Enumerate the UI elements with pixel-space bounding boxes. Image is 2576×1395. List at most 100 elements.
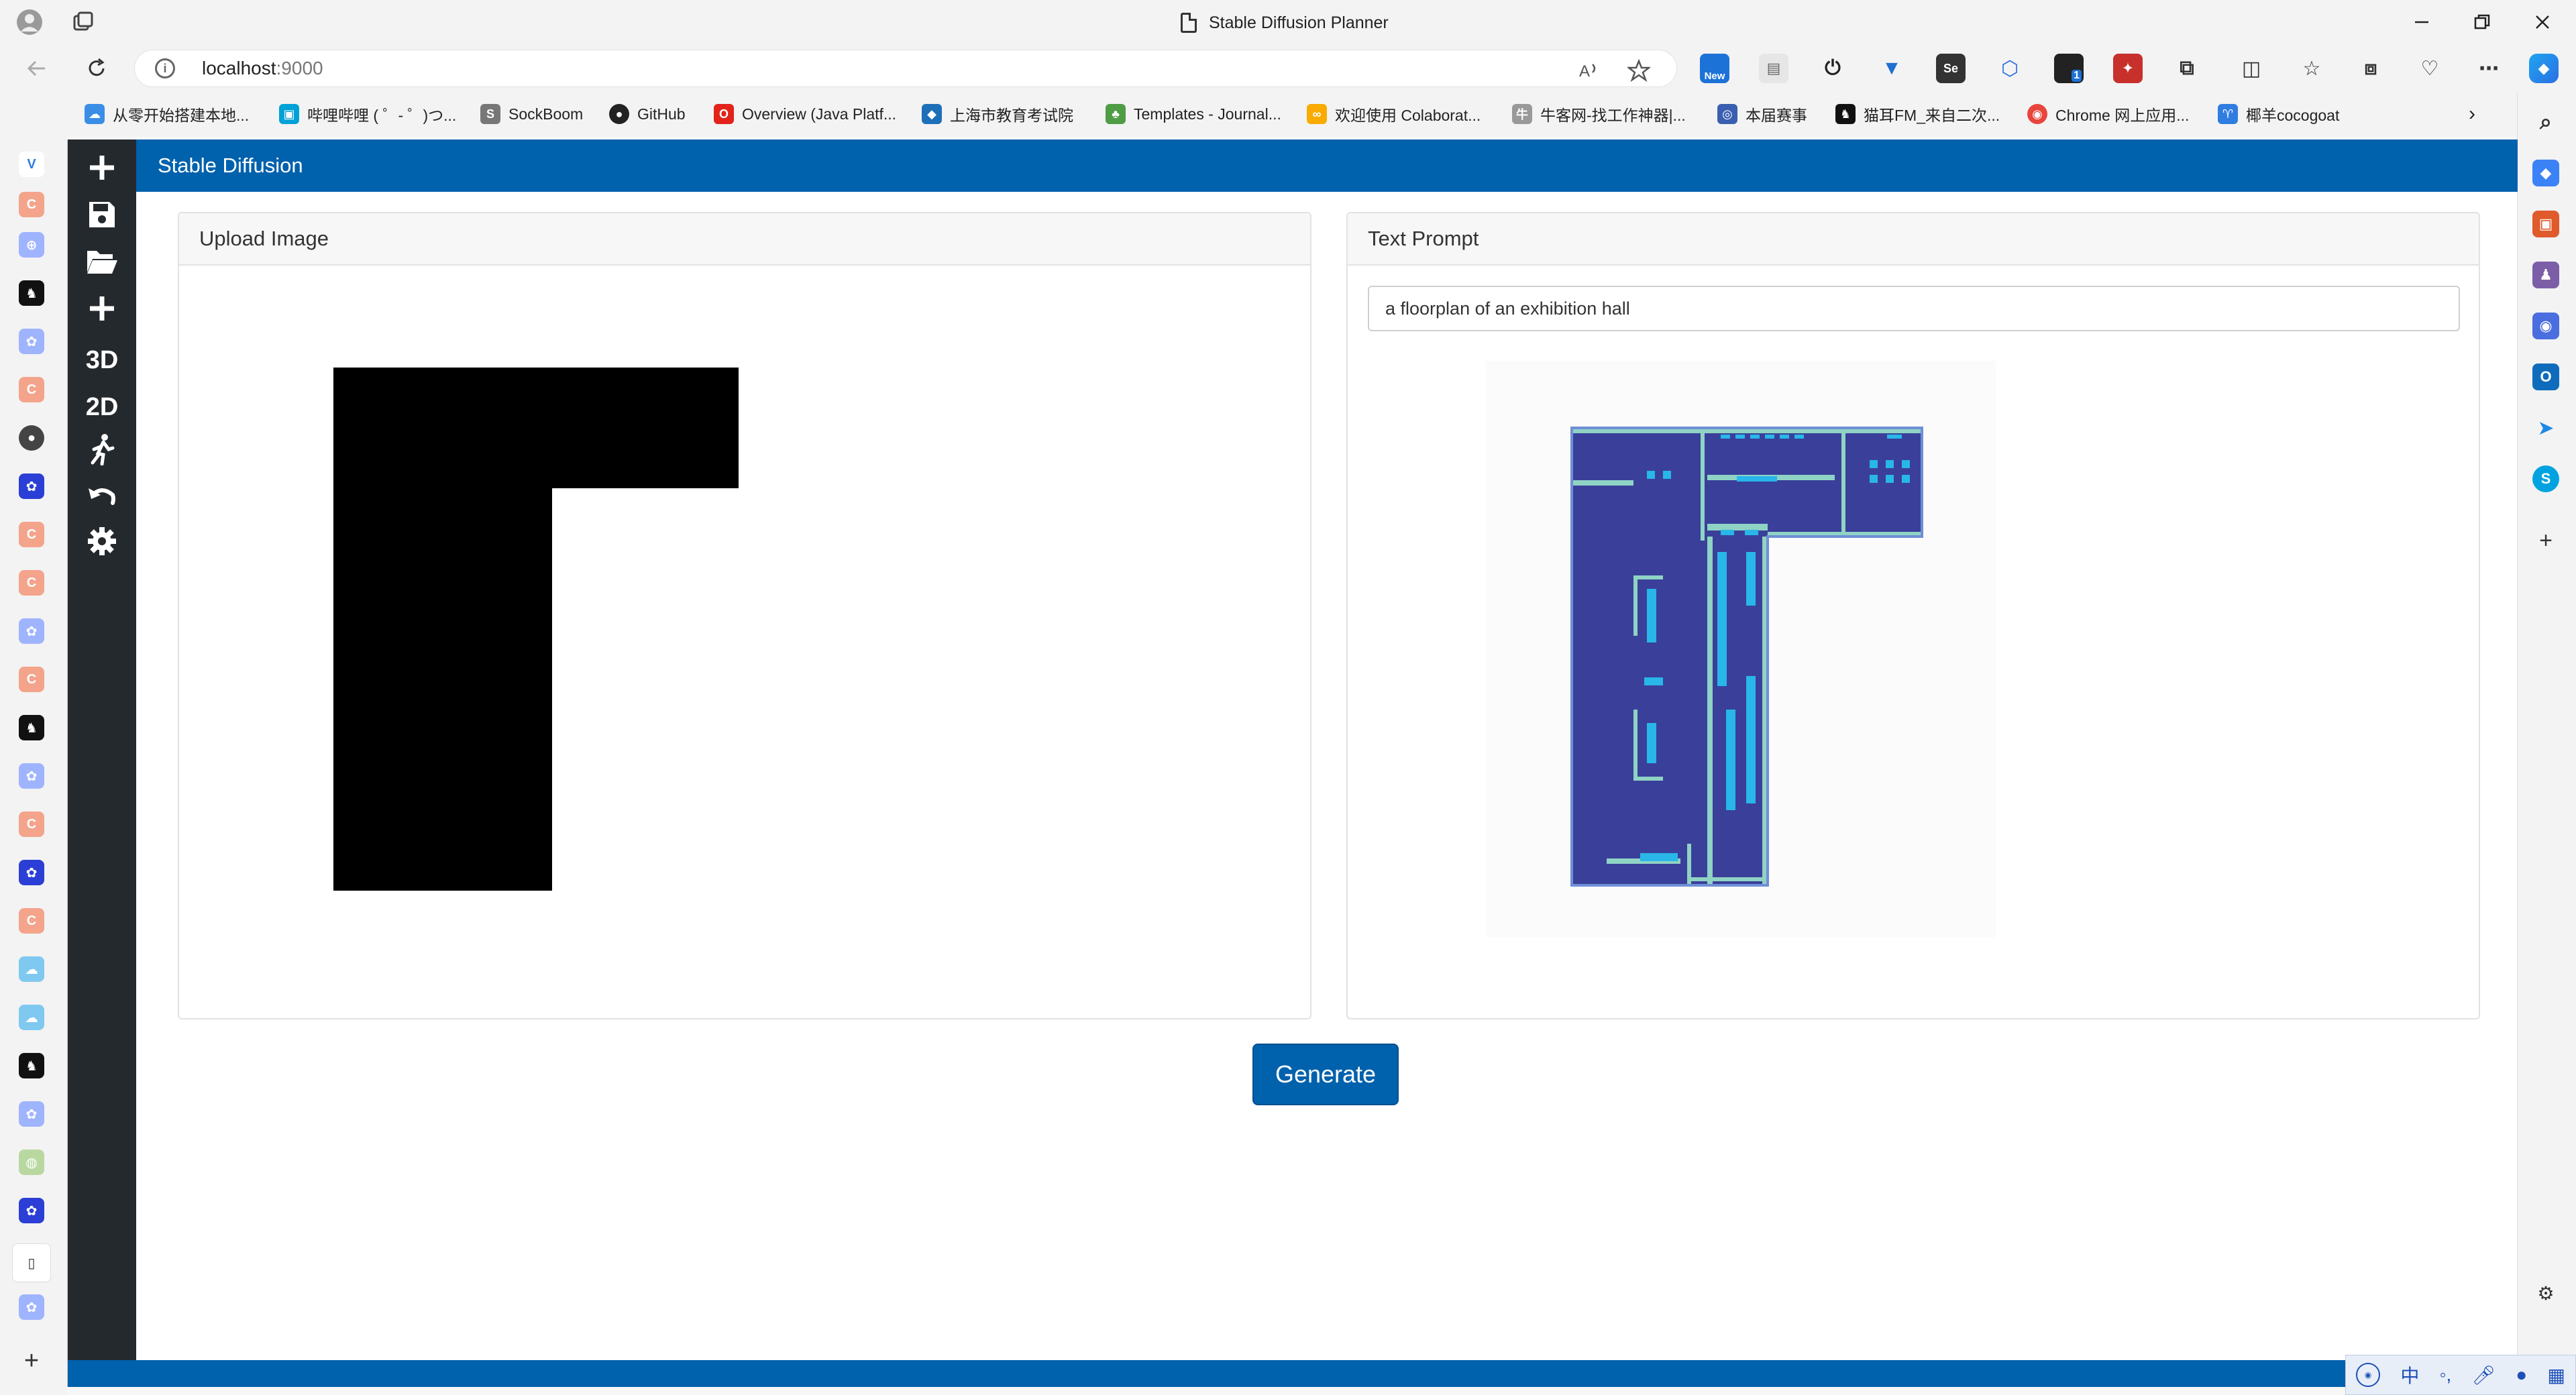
ime-toolbar: ◉ 中 ◦, 🎤︎ ● ▦ [2345, 1355, 2576, 1395]
tab-favicon-globe-icon[interactable]: ⊕ [19, 232, 44, 258]
ime-punctuation-icon[interactable]: ◦, [2440, 1364, 2452, 1386]
bookmark-label: 牛客网-找工作神器|... [1540, 107, 1686, 124]
bookmark-item[interactable]: ♞ 猫耳FM_来自二次... [1835, 99, 2000, 129]
save-icon[interactable] [68, 193, 136, 236]
tools-icon[interactable]: ▣ [2532, 211, 2559, 237]
tab-favicon-cat-icon[interactable]: ♞ [19, 1053, 44, 1078]
favorites-icon[interactable]: ☆ [2297, 54, 2326, 83]
browser-essentials-icon[interactable]: ♡ [2415, 54, 2445, 83]
new-extension-icon[interactable]: New [1700, 54, 1729, 83]
site-info-icon[interactable]: i [155, 58, 175, 78]
bookmark-item[interactable]: ♣ Templates - Journal... [1106, 99, 1281, 129]
bookmark-item[interactable]: ☁ 从零开始搭建本地... [85, 99, 249, 129]
tab-favicon-paw-icon[interactable]: ✿ [19, 1198, 44, 1223]
bookmark-item[interactable]: O Overview (Java Platf... [714, 99, 896, 129]
tab-favicon-c-icon[interactable]: C [19, 570, 44, 596]
profile-avatar-icon[interactable] [13, 6, 46, 38]
add-object-icon[interactable] [68, 287, 136, 330]
sidebar-settings-icon[interactable]: ⚙ [2532, 1280, 2559, 1306]
tab-favicon-vue-icon[interactable]: V [19, 152, 44, 177]
copilot-icon[interactable]: ◆ [2529, 54, 2559, 83]
bookmark-item[interactable]: ∞ 欢迎使用 Colaborat... [1307, 99, 1481, 129]
more-menu-icon[interactable]: ⋯ [2474, 54, 2504, 83]
power-extension-icon[interactable]: ⏻ [1818, 54, 1847, 83]
shopping-tag-icon[interactable]: ◆ [2532, 160, 2559, 186]
outlook-icon[interactable]: O [2532, 364, 2559, 390]
tab-favicon-paw-icon[interactable]: ✿ [19, 1101, 44, 1127]
uploaded-mask-image[interactable] [333, 368, 741, 904]
split-screen-icon[interactable]: ◫ [2237, 54, 2266, 83]
tab-favicon-paw-icon[interactable]: ✿ [19, 860, 44, 885]
tab-favicon-c-icon[interactable]: C [19, 522, 44, 547]
app-footer-bar [68, 1360, 2518, 1387]
generated-floorplan-image[interactable] [1486, 361, 1996, 938]
generate-button[interactable]: Generate [1252, 1044, 1399, 1105]
tab-favicon-active-document-icon[interactable]: ▯ [12, 1243, 51, 1282]
tab-favicon-cat-icon[interactable]: ♞ [19, 715, 44, 740]
minimize-button[interactable] [2392, 4, 2452, 40]
games-icon[interactable]: ♟ [2532, 262, 2559, 288]
tab-favicon-paw-icon[interactable]: ✿ [19, 329, 44, 354]
tab-favicon-green-icon[interactable]: ◍ [19, 1150, 44, 1175]
open-folder-icon[interactable] [68, 240, 136, 283]
tab-favicon-paw-icon[interactable]: ✿ [19, 618, 44, 644]
back-arrow-icon[interactable] [20, 52, 52, 85]
restore-button[interactable] [2452, 4, 2512, 40]
view-3d-button[interactable]: 3D [68, 339, 136, 382]
tab-favicon-c-icon[interactable]: C [19, 812, 44, 837]
ime-microphone-icon[interactable]: 🎤︎ [2472, 1364, 2496, 1386]
favorite-star-icon[interactable] [1625, 57, 1652, 84]
tab-favicon-cat-icon[interactable]: ♞ [19, 280, 44, 306]
extensions-puzzle-icon[interactable]: ⧉ [2172, 54, 2202, 83]
ime-user-icon[interactable]: ● [2516, 1364, 2527, 1386]
bookmark-item[interactable]: ♈ 椰羊cocogoat [2218, 99, 2339, 129]
collections-icon[interactable]: ⧈ [2356, 54, 2385, 83]
selenium-extension-icon[interactable]: Se [1936, 54, 1966, 83]
tab-favicon-c-icon[interactable]: C [19, 667, 44, 692]
bookmark-item[interactable]: ◆ 上海市教育考试院 [922, 99, 1073, 129]
send-icon[interactable]: ➤ [2532, 414, 2559, 441]
cube-extension-icon[interactable]: ⬡ [1995, 54, 2025, 83]
tab-favicon-cloud-icon[interactable]: ☁ [19, 956, 44, 982]
tab-favicon-c-icon[interactable]: C [19, 192, 44, 217]
workspaces-icon[interactable] [67, 6, 99, 38]
prompt-input[interactable] [1368, 286, 2460, 331]
undo-icon[interactable] [68, 475, 136, 518]
reader-extension-icon[interactable]: ▤ [1759, 54, 1788, 83]
url-host: localhost [202, 58, 276, 78]
walk-person-icon[interactable] [68, 428, 136, 471]
view-2d-button[interactable]: 2D [68, 386, 136, 429]
close-window-button[interactable] [2512, 4, 2573, 40]
tab-favicon-c-icon[interactable]: C [19, 377, 44, 402]
read-aloud-icon[interactable]: A [1576, 57, 1603, 84]
office-icon[interactable]: ◉ [2532, 313, 2559, 339]
bookmarks-overflow-chevron-icon[interactable]: › [2469, 99, 2475, 129]
bookmark-item[interactable]: ◉ Chrome 网上应用... [2027, 99, 2189, 129]
tab-favicon-paw-icon[interactable]: ✿ [19, 1294, 44, 1320]
bookmark-item[interactable]: ▣ 哔哩哔哩 ( ゜- ゜)つ... [279, 99, 456, 129]
sockboom-icon: S [480, 104, 500, 124]
tab-favicon-cloud-icon[interactable]: ☁ [19, 1005, 44, 1030]
reload-icon[interactable] [80, 52, 113, 85]
bookmark-item[interactable]: ● GitHub [609, 99, 686, 129]
ime-logo-icon[interactable]: ◉ [2356, 1363, 2381, 1387]
ime-mode-label[interactable]: 中 [2400, 1361, 2419, 1388]
bookmark-item[interactable]: S SockBoom [480, 99, 583, 129]
tab-favicon-paw-icon[interactable]: ✿ [19, 473, 44, 499]
add-sidebar-app-icon[interactable]: + [2532, 527, 2559, 554]
ime-apps-grid-icon[interactable]: ▦ [2547, 1364, 2565, 1386]
new-tab-plus-icon[interactable]: + [19, 1347, 44, 1375]
search-icon[interactable]: ⌕ [2532, 109, 2559, 135]
tab-favicon-paw-icon[interactable]: ✿ [19, 763, 44, 789]
chart-extension-icon[interactable]: 1 [2054, 54, 2084, 83]
add-icon[interactable] [68, 146, 136, 189]
settings-gear-icon[interactable] [68, 520, 136, 563]
bookmark-item[interactable]: ◎ 本届赛事 [1717, 99, 1807, 129]
tab-favicon-c-icon[interactable]: C [19, 908, 44, 934]
skype-icon[interactable]: S [2532, 465, 2559, 492]
red-extension-icon[interactable]: ✦ [2113, 54, 2143, 83]
vue-extension-icon[interactable]: ▼ [1877, 54, 1907, 83]
bookmark-item[interactable]: 牛牛客网-找工作神器|... [1512, 99, 1686, 129]
url-field[interactable]: i localhost:9000 A [134, 50, 1677, 87]
tab-favicon-github-icon[interactable]: ● [19, 425, 44, 451]
